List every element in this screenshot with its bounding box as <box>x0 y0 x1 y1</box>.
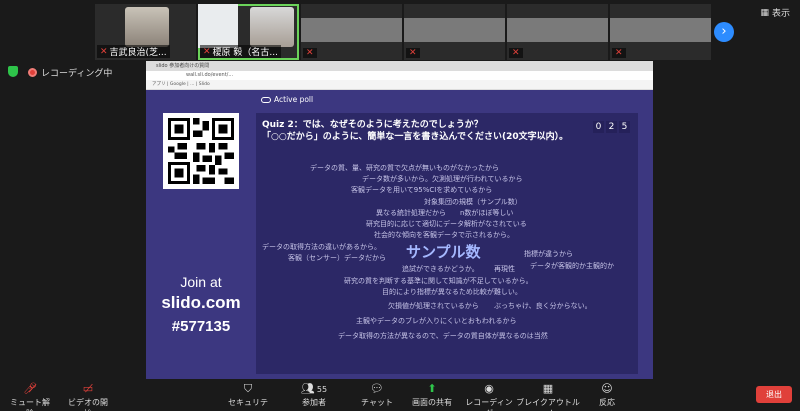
qr-code-image <box>168 118 234 184</box>
participant-strip: ✕ 吉武良治(芝... ✕ 榎原 毅（名古... ✕ ✕ ✕ ✕ <box>95 4 715 60</box>
shared-screen: slido 参加者向けの質問 wall.sli.do/event/... アプリ… <box>146 61 653 379</box>
reactions-button[interactable]: ☺ 反応 <box>592 382 622 408</box>
mic-muted-icon: ✕ <box>203 46 211 57</box>
redacted-video <box>507 18 608 42</box>
people-icon: 👥︎ <box>300 382 315 395</box>
record-button[interactable]: ◉レコーディング <box>464 382 514 411</box>
cloud-word: 研究目的に応じて適切にデータ解析がなされている <box>366 220 527 228</box>
active-poll-label: Active poll <box>261 95 313 104</box>
cloud-word: 社会的な傾向を客観データで示されるから。 <box>374 231 514 239</box>
video-off-icon: ▭̸ <box>82 382 94 395</box>
browser-bookmarks-bar[interactable]: アプリ | Google | ... | Slido <box>146 80 653 90</box>
mic-muted-icon: ✕ <box>615 48 623 58</box>
participant-tile[interactable]: ✕ <box>404 4 505 60</box>
participant-tile[interactable]: ✕ <box>507 4 608 60</box>
share-screen-button[interactable]: ⬆ 画面の共有 <box>410 382 454 408</box>
browser-address-bar[interactable]: wall.sli.do/event/... <box>146 71 653 80</box>
participant-tile-active[interactable]: ✕ 榎原 毅（名古... <box>198 4 299 60</box>
browser-tab[interactable]: slido 参加者向けの質問 <box>146 61 653 71</box>
qr-code <box>163 113 239 189</box>
poll-question: Quiz 2：では、なぜそのように考えたのでしょうか？ 「○○だから」のように、… <box>262 120 569 142</box>
share-screen-icon: ⬆ <box>427 382 437 395</box>
cloud-word: 研究の質を判断する基準に関して知識が不足しているから。 <box>344 277 533 285</box>
chat-button[interactable]: 💬︎ チャット <box>360 382 394 408</box>
mic-off-icon: 🎤︎̸ <box>23 382 37 395</box>
cloud-word: データ取得の方法が異なるので、データの質自体が異なるのは当然 <box>338 332 548 340</box>
cloud-word: データの取得方法の違いがあるから。 <box>262 243 381 251</box>
participant-tile[interactable]: ✕ <box>610 4 711 60</box>
security-shield-icon <box>8 66 18 77</box>
slido-wall: Active poll Join at slido.com #577135 Qu… <box>146 90 653 379</box>
participant-video <box>250 7 294 47</box>
breakout-grid-icon: ▦ <box>542 382 554 395</box>
participant-name: 吉武良治(芝... <box>109 48 167 58</box>
cloud-word: n数がほぼ等しい <box>460 209 514 217</box>
chat-bubble-icon: 💬︎ <box>370 382 384 395</box>
join-info: Join at slido.com #577135 <box>146 274 256 335</box>
cloud-word: ぶっちゃけ、良く分からない。 <box>494 302 592 310</box>
cloud-word-largest: サンプル数 <box>406 243 481 261</box>
next-page-icon[interactable]: › <box>714 22 734 42</box>
meeting-toolbar: 🎤︎̸ミュート解除 ▭̸ビデオの開始 ⛉セキュリティ 👥︎55参加者 💬︎チャッ… <box>0 380 800 411</box>
leave-button[interactable]: 退出 <box>756 386 792 403</box>
response-counter: 0 2 5 <box>593 121 630 133</box>
security-button[interactable]: ⛉セキュリティ <box>226 382 270 411</box>
zoom-window: ✕ 吉武良治(芝... ✕ 榎原 毅（名古... ✕ ✕ ✕ ✕ › ▦ 表示 レコー… <box>0 0 800 411</box>
participant-video <box>125 7 169 47</box>
unmute-button[interactable]: 🎤︎̸ミュート解除 <box>8 382 52 411</box>
mic-muted-icon: ✕ <box>100 46 108 57</box>
cloud-word: データ数が多いから。欠測処理が行われているから <box>362 175 523 183</box>
smiley-plus-icon: ☺ <box>601 382 613 395</box>
view-button[interactable]: ▦ 表示 <box>760 6 790 20</box>
cloud-word: 異なる統計処理だから <box>376 209 446 217</box>
background-whiteboard <box>198 4 238 48</box>
grid-icon: ▦ <box>760 7 769 18</box>
cloud-word: 欠損値が処理されているから <box>388 302 479 310</box>
cloud-word: 追試ができるかどうか。 <box>402 265 479 273</box>
poll-panel: Quiz 2：では、なぜそのように考えたのでしょうか？ 「○○だから」のように、… <box>256 113 638 374</box>
shield-icon: ⛉ <box>243 382 253 395</box>
record-icon <box>28 68 37 77</box>
breakout-rooms-button[interactable]: ▦ブレイクアウトルーム <box>516 382 580 411</box>
participant-count: 55 <box>316 385 328 394</box>
join-at-label: Join at <box>180 274 222 290</box>
record-icon: ◉ <box>484 382 494 395</box>
participant-name: 榎原 毅（名古... <box>212 48 278 58</box>
redacted-video <box>610 18 711 42</box>
mic-muted-icon: ✕ <box>306 48 314 58</box>
cloud-word: 客観データを用いて95%CIを求めているから <box>351 186 493 194</box>
mic-muted-icon: ✕ <box>409 48 417 58</box>
cloud-word: 対象集団の規模（サンプル数） <box>424 198 522 206</box>
participants-button[interactable]: 👥︎ 55 参加者 <box>294 382 334 408</box>
event-code: #577135 <box>171 318 231 335</box>
cloud-word: データが客観的か主観的か <box>530 262 614 270</box>
cloud-word: 再現性 <box>494 265 515 273</box>
cloud-word: 指標が違うから <box>524 250 573 258</box>
redacted-video <box>404 18 505 42</box>
cloud-word: データの質、量、研究の質で欠点が無いものがなかったから <box>310 164 499 172</box>
cloud-word: 主観やデータのブレが入りにくいとおもわれるから <box>356 317 517 325</box>
participant-tile[interactable]: ✕ <box>301 4 402 60</box>
join-domain: slido.com <box>161 293 241 312</box>
participant-tile[interactable]: ✕ 吉武良治(芝... <box>95 4 196 60</box>
cloud-word: 目的により指標が異なるため比較が難しい。 <box>382 288 522 296</box>
recording-indicator[interactable]: レコーディング中 <box>28 66 112 79</box>
start-video-button[interactable]: ▭̸ビデオの開始 <box>66 382 110 411</box>
cloud-word: 客観（センサー）データだから <box>288 254 386 262</box>
redacted-video <box>301 18 402 42</box>
cloud-icon <box>261 96 271 103</box>
mic-muted-icon: ✕ <box>512 48 520 58</box>
